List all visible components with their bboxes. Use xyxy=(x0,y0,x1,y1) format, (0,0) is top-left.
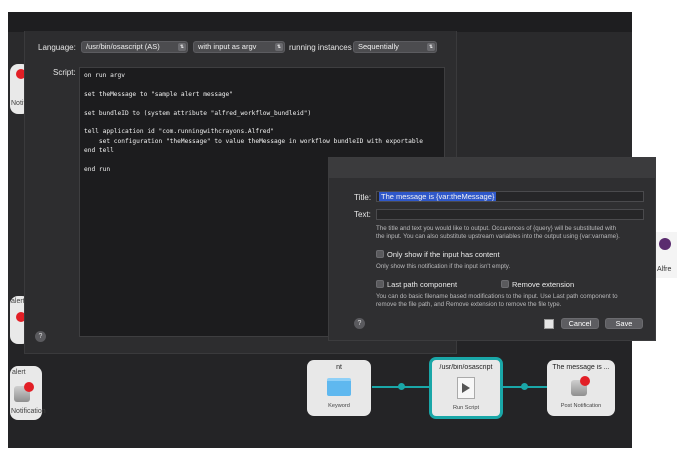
instances-value: Sequentially xyxy=(358,42,399,51)
script-label: Script: xyxy=(53,68,76,77)
chevron-updown-icon: ⇅ xyxy=(178,43,186,51)
title-help-line-2: the input. You can also substitute upstr… xyxy=(376,233,620,240)
only-show-checkbox[interactable] xyxy=(376,250,384,258)
chevron-updown-icon: ⇅ xyxy=(427,43,435,51)
save-button[interactable]: Save xyxy=(605,318,643,329)
folder-icon xyxy=(327,378,351,396)
input-mode-value: with input as argv xyxy=(198,42,257,51)
run-script-node[interactable]: /usr/bin/osascript Run Script xyxy=(429,357,503,419)
remove-extension-label: Remove extension xyxy=(512,280,575,289)
instances-select[interactable]: Sequentially ⇅ xyxy=(353,41,437,53)
text-field[interactable] xyxy=(376,209,644,220)
alert-dot-icon xyxy=(580,376,590,386)
colorwell-icon[interactable] xyxy=(544,319,554,329)
node-title: nt xyxy=(336,364,342,371)
help-icon[interactable]: ? xyxy=(35,331,46,342)
play-icon xyxy=(462,383,470,393)
title-field[interactable]: The message is {var:theMessage} xyxy=(376,191,644,202)
alfred-workflow-screen: Notification alert alert Notification Al… xyxy=(0,0,690,461)
language-label: Language: xyxy=(38,43,76,52)
bg-node-label: Alfre xyxy=(657,266,672,273)
bg-node-label: alert xyxy=(11,298,25,305)
bg-node-label: Notification xyxy=(11,408,46,415)
language-select-value: /usr/bin/osascript (AS) xyxy=(86,42,160,51)
bg-node-right[interactable]: Alfre xyxy=(655,232,677,278)
instances-label: running instances xyxy=(289,43,352,52)
node-title: The message is ... xyxy=(552,364,610,371)
canvas-top-bar xyxy=(8,12,632,32)
alert-dot-icon xyxy=(24,382,34,392)
only-show-help: Only show this notification if the input… xyxy=(376,263,511,270)
input-mode-select[interactable]: with input as argv ⇅ xyxy=(193,41,285,53)
path-help-line-1: You can do basic filename based modifica… xyxy=(376,293,618,300)
cancel-button[interactable]: Cancel xyxy=(561,318,599,329)
only-show-label: Only show if the input has content xyxy=(387,250,500,259)
panel-titlebar xyxy=(329,158,655,178)
title-label: Title: xyxy=(354,193,372,202)
bg-node-label: alert xyxy=(12,369,26,376)
remove-extension-checkbox[interactable] xyxy=(501,280,509,288)
language-select[interactable]: /usr/bin/osascript (AS) ⇅ xyxy=(81,41,188,53)
node-subtitle: Run Script xyxy=(452,405,480,411)
bg-node-left-3[interactable]: alert Notification xyxy=(10,366,46,420)
last-path-label: Last path component xyxy=(387,280,458,289)
path-help-line-2: remove the file path, and Remove extensi… xyxy=(376,301,562,308)
post-notification-panel: Title: The message is {var:theMessage} T… xyxy=(328,157,656,341)
connection-dot[interactable] xyxy=(398,383,405,390)
node-subtitle: Post Notification xyxy=(560,403,602,409)
text-label: Text: xyxy=(354,210,371,219)
script-icon xyxy=(457,377,475,399)
help-icon[interactable]: ? xyxy=(354,318,365,329)
connection-dot[interactable] xyxy=(521,383,528,390)
node-title: /usr/bin/osascript xyxy=(439,364,493,371)
post-notification-node[interactable]: The message is ... Post Notification xyxy=(547,360,615,416)
alfred-hat-icon xyxy=(659,238,671,250)
node-subtitle: Keyword xyxy=(328,403,350,409)
title-help-line-1: The title and text you would like to out… xyxy=(376,225,617,232)
keyword-node[interactable]: nt Keyword xyxy=(307,360,371,416)
chevron-updown-icon: ⇅ xyxy=(275,43,283,51)
title-field-value: The message is {var:theMessage} xyxy=(379,192,497,201)
last-path-checkbox[interactable] xyxy=(376,280,384,288)
